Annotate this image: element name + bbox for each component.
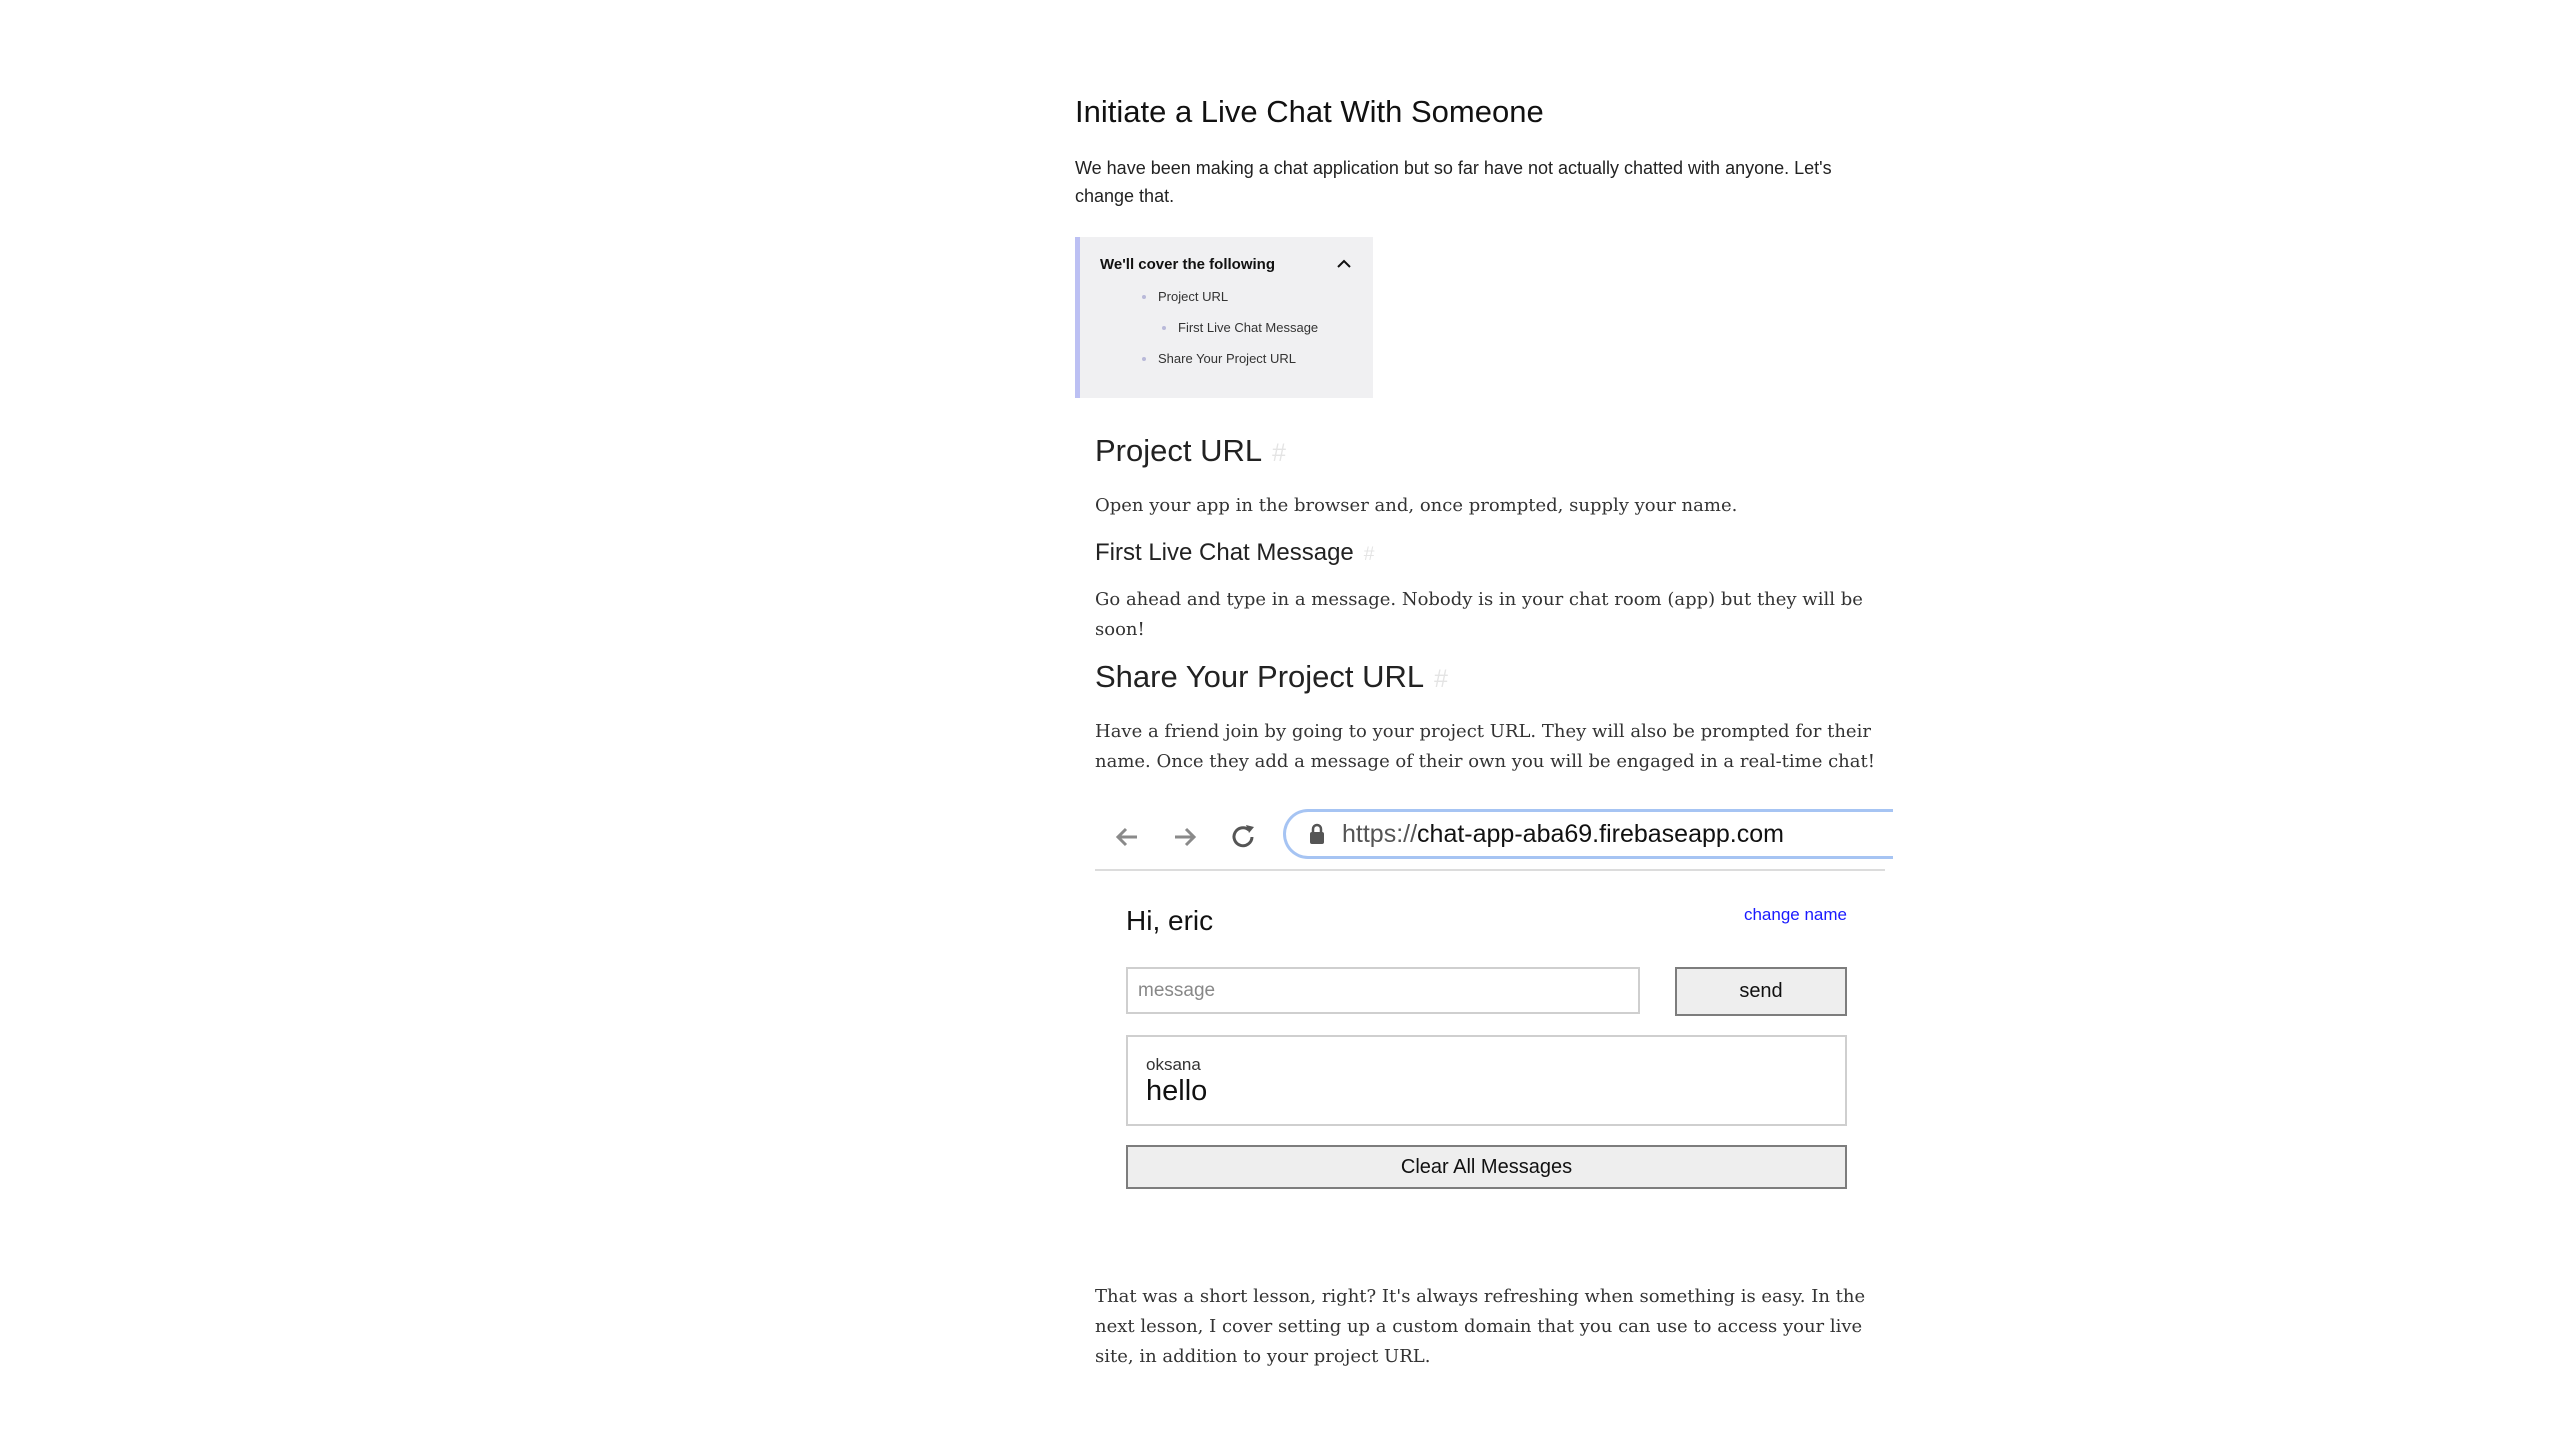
url-host: chat-app-aba69.firebaseapp.com [1417,819,1784,848]
toc-item-label: First Live Chat Message [1178,320,1319,335]
section-heading-project-url: Project URL # [1095,429,1895,476]
address-bar[interactable]: https://chat-app-aba69.firebaseapp.com [1283,809,1893,859]
heading-anchor-link[interactable]: # [1434,666,1448,693]
arrow-left-icon[interactable] [1111,821,1143,853]
section-heading-share-project-url: Share Your Project URL # [1095,655,1895,702]
chat-app: Hi, eric change name send oksana hello C… [1095,871,1885,1197]
browser-toolbar: https://chat-app-aba69.firebaseapp.com [1095,807,1893,871]
heading-text: Project URL [1095,433,1263,468]
lock-icon [1310,823,1324,844]
clear-all-messages-button[interactable]: Clear All Messages [1126,1145,1847,1189]
lesson-intro: We have been making a chat application b… [1075,158,1832,206]
arrow-right-icon[interactable] [1169,821,1201,853]
toc-bullet [1162,326,1166,330]
heading-anchor-link[interactable]: # [1272,440,1286,467]
toc-bullet [1142,357,1146,361]
reload-icon[interactable] [1227,821,1259,853]
share-url-text: Have a friend join by going to your proj… [1095,721,1875,772]
message-input[interactable] [1126,967,1640,1014]
table-of-contents: We'll cover the following Project URL Fi… [1075,237,1373,398]
chat-app-screenshot: https://chat-app-aba69.firebaseapp.com H… [1095,807,1893,1197]
toc-bullet [1142,295,1146,299]
change-name-link[interactable]: change name [1744,905,1847,925]
toc-title: We'll cover the following [1100,255,1275,273]
heading-text: Share Your Project URL [1095,659,1425,694]
message-author: oksana [1146,1055,1201,1074]
lesson-article: Initiate a Live Chat With Someone We hav… [1075,90,1895,1372]
closing-text: That was a short lesson, right? It's alw… [1095,1286,1866,1367]
toc-list: Project URL First Live Chat Message Shar… [1100,287,1353,369]
toc-item-share-project-url[interactable]: Share Your Project URL [1100,349,1353,369]
toc-item-first-live-chat-message[interactable]: First Live Chat Message [1100,318,1353,338]
toc-item-label: Share Your Project URL [1158,351,1297,366]
lesson-content: Project URL # Open your app in the browse… [1095,429,1895,1372]
send-button[interactable]: send [1675,967,1847,1016]
greeting: Hi, eric [1126,905,1214,936]
heading-anchor-link[interactable]: # [1364,544,1375,565]
toc-toggle[interactable]: We'll cover the following [1100,255,1353,273]
lesson-title: Initiate a Live Chat With Someone [1075,94,1544,129]
chevron-up-icon[interactable] [1335,255,1353,273]
message-item: oksana hello [1146,1055,1827,1107]
section-heading-first-live-chat-message: First Live Chat Message # [1095,536,1895,572]
message-text: hello [1146,1075,1208,1107]
first-message-text: Go ahead and type in a message. Nobody i… [1095,589,1863,640]
messages-list: oksana hello [1126,1035,1847,1126]
heading-text: First Live Chat Message [1095,539,1354,566]
toc-item-label: Project URL [1158,289,1229,304]
url-scheme: https:// [1342,819,1418,848]
project-url-text: Open your app in the browser and, once p… [1095,495,1738,516]
toc-item-project-url[interactable]: Project URL [1100,287,1353,307]
